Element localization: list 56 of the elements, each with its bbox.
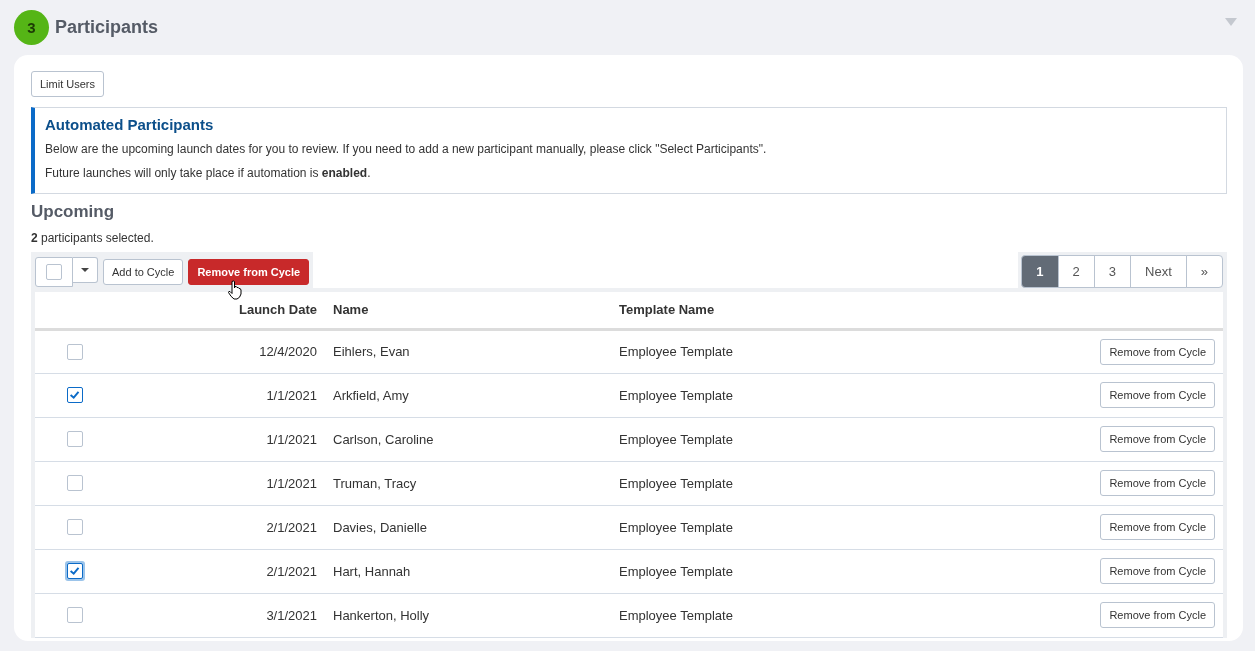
limit-users-button[interactable]: Limit Users [31, 71, 104, 97]
table-cell: Employee Template [611, 505, 917, 549]
table-cell: Employee Template [611, 417, 917, 461]
remove-from-cycle-button[interactable]: Remove from Cycle [1100, 426, 1215, 452]
table-cell: 2/1/2021 [115, 549, 325, 593]
upcoming-heading: Upcoming [31, 202, 116, 222]
table-cell: 3/1/2021 [115, 593, 325, 637]
table-cell: Carlson, Caroline [325, 417, 611, 461]
caret-icon [81, 267, 89, 272]
dropdown-button[interactable] [73, 256, 98, 283]
page-button[interactable]: 1 [1021, 255, 1059, 288]
table-cell: Employee Template [611, 373, 917, 417]
remove-from-cycle-button[interactable]: Remove from Cycle [1100, 382, 1215, 408]
page-button[interactable]: » [1185, 255, 1223, 288]
section-title: Participants [55, 17, 159, 38]
column-header[interactable]: Name [325, 292, 611, 329]
table-cell: Arkfield, Amy [325, 373, 611, 417]
remove-from-cycle-button[interactable]: Remove from Cycle [1100, 602, 1215, 628]
remove-from-cycle-button[interactable]: Remove from Cycle [1100, 470, 1215, 496]
table-cell: Employee Template [611, 461, 917, 505]
column-header[interactable]: Launch Date [115, 292, 325, 329]
select-all-button[interactable] [35, 256, 73, 287]
add-to-cycle-button[interactable]: Add to Cycle [103, 258, 184, 285]
table-cell: Employee Template [611, 593, 917, 637]
table-cell: Employee Template [611, 549, 917, 593]
column-header[interactable]: Template Name [611, 292, 917, 329]
checkbox[interactable] [67, 343, 83, 360]
checkbox[interactable] [67, 607, 83, 623]
table-cell: Hart, Hannah [325, 549, 611, 593]
info-text: Below are the upcoming launch dates for you to review. If you need to add a new participant manually, please click "Select Participants". [45, 142, 767, 156]
page-button[interactable]: 2 [1057, 255, 1095, 288]
table-cell: 1/1/2021 [115, 461, 325, 505]
table-cell: Employee Template [611, 329, 917, 373]
checkbox[interactable] [67, 475, 83, 491]
table-cell: Eihlers, Evan [325, 329, 611, 373]
checkbox[interactable] [67, 431, 83, 447]
page-button[interactable]: 3 [1093, 255, 1132, 288]
collapse-caret-icon[interactable] [1225, 18, 1237, 26]
page-button[interactable]: Next [1130, 255, 1187, 288]
table-cell: Hankerton, Holly [325, 593, 611, 637]
table-cell: 12/4/2020 [115, 329, 325, 373]
table-cell: Davies, Danielle [325, 505, 611, 549]
checkbox[interactable] [67, 519, 83, 535]
remove-from-cycle-button[interactable]: Remove from Cycle [1100, 514, 1215, 540]
info-title: Automated Participants [45, 116, 215, 133]
remove-from-cycle-button[interactable]: Remove from Cycle [1100, 338, 1215, 365]
table-cell: 1/1/2021 [115, 417, 325, 461]
checkbox[interactable] [46, 263, 62, 280]
checkbox[interactable] [67, 387, 83, 403]
selection-count: 2 participants selected. [31, 231, 154, 245]
table-cell: 1/1/2021 [115, 373, 325, 417]
table-cell: 2/1/2021 [115, 505, 325, 549]
step-number: 3 [14, 10, 49, 45]
table-cell: Truman, Tracy [325, 461, 611, 505]
info-text: Future launches will only take place if automation is enabled. [45, 166, 371, 180]
remove-from-cycle-button[interactable]: Remove from Cycle [1100, 558, 1215, 584]
